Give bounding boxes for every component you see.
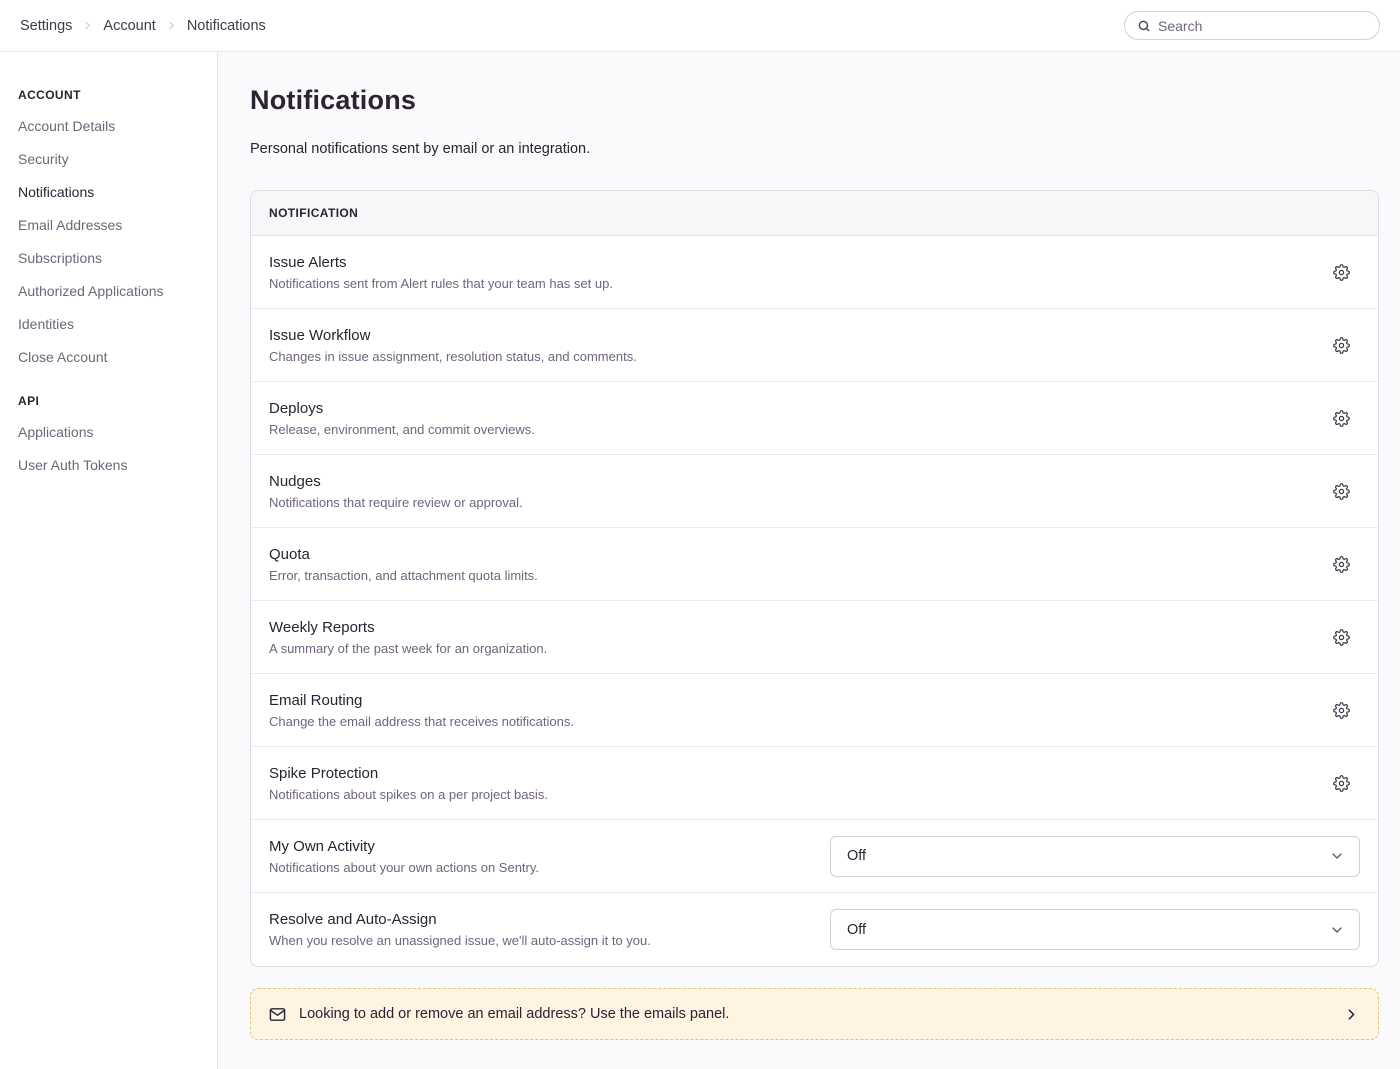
settings-page: Settings Account Notifications ACCOUNT A…: [0, 0, 1400, 1069]
sidebar-item[interactable]: Authorized Applications: [18, 283, 199, 299]
row-description: A summary of the past week for an organi…: [269, 641, 547, 656]
sidebar-item[interactable]: Account Details: [18, 118, 199, 134]
row-description: Release, environment, and commit overvie…: [269, 422, 535, 437]
row-description: Notifications about spikes on a per proj…: [269, 787, 548, 802]
row-description: When you resolve an unassigned issue, we…: [269, 933, 651, 948]
row-text: Deploys Release, environment, and commit…: [269, 400, 535, 437]
notification-row: Nudges Notifications that require review…: [251, 455, 1378, 528]
chevron-right-icon: [1343, 1006, 1360, 1023]
breadcrumb-settings[interactable]: Settings: [20, 18, 72, 34]
row-text: Nudges Notifications that require review…: [269, 473, 523, 510]
settings-gear-button[interactable]: [1329, 260, 1354, 285]
mail-icon: [269, 1006, 286, 1023]
row-title: Email Routing: [269, 692, 574, 709]
settings-sidebar: ACCOUNT Account Details Security Notific…: [0, 52, 218, 1069]
row-text: My Own Activity Notifications about your…: [269, 838, 539, 875]
notification-row: My Own Activity Notifications about your…: [251, 820, 1378, 893]
row-description: Notifications about your own actions on …: [269, 860, 539, 875]
settings-gear-button[interactable]: [1329, 406, 1354, 431]
row-description: Change the email address that receives n…: [269, 714, 574, 729]
emails-panel-banner[interactable]: Looking to add or remove an email addres…: [250, 988, 1379, 1040]
sidebar-section-title: ACCOUNT: [18, 88, 199, 102]
notification-row: Issue Workflow Changes in issue assignme…: [251, 309, 1378, 382]
settings-gear-button[interactable]: [1329, 771, 1354, 796]
row-text: Email Routing Change the email address t…: [269, 692, 574, 729]
sidebar-item[interactable]: Identities: [18, 316, 199, 332]
select-value: Off: [847, 922, 866, 938]
row-text: Resolve and Auto-Assign When you resolve…: [269, 911, 651, 948]
chevron-down-icon: [1329, 848, 1345, 864]
breadcrumb-account[interactable]: Account: [103, 18, 155, 34]
notification-row: Weekly Reports A summary of the past wee…: [251, 601, 1378, 674]
settings-gear-button[interactable]: [1329, 552, 1354, 577]
row-title: Nudges: [269, 473, 523, 490]
notification-row: Email Routing Change the email address t…: [251, 674, 1378, 747]
row-description: Error, transaction, and attachment quota…: [269, 568, 538, 583]
row-title: Quota: [269, 546, 538, 563]
notification-row: Deploys Release, environment, and commit…: [251, 382, 1378, 455]
sidebar-item[interactable]: Email Addresses: [18, 217, 199, 233]
sidebar-section-title: API: [18, 394, 199, 408]
sidebar-item[interactable]: Close Account: [18, 349, 199, 365]
row-title: Weekly Reports: [269, 619, 547, 636]
sidebar-item[interactable]: Applications: [18, 424, 199, 440]
breadcrumb: Settings Account Notifications: [20, 18, 266, 34]
row-description: Changes in issue assignment, resolution …: [269, 349, 637, 364]
settings-gear-button[interactable]: [1329, 333, 1354, 358]
notification-select[interactable]: Off: [830, 836, 1360, 877]
search-icon: [1137, 19, 1151, 33]
settings-gear-button[interactable]: [1329, 479, 1354, 504]
row-title: Spike Protection: [269, 765, 548, 782]
row-text: Weekly Reports A summary of the past wee…: [269, 619, 547, 656]
row-title: Deploys: [269, 400, 535, 417]
sidebar-item[interactable]: Security: [18, 151, 199, 167]
sidebar-section-account: ACCOUNT Account Details Security Notific…: [18, 88, 199, 365]
page-title: Notifications: [250, 85, 1379, 116]
page-description: Personal notifications sent by email or …: [250, 141, 1379, 157]
settings-gear-button[interactable]: [1329, 625, 1354, 650]
row-title: My Own Activity: [269, 838, 539, 855]
search-box[interactable]: [1124, 11, 1380, 40]
sidebar-section-api: API Applications User Auth Tokens: [18, 394, 199, 473]
row-title: Resolve and Auto-Assign: [269, 911, 651, 928]
notifications-panel: NOTIFICATION Issue Alerts Notifications …: [250, 190, 1379, 967]
chevron-right-icon: [165, 19, 178, 32]
row-text: Issue Workflow Changes in issue assignme…: [269, 327, 637, 364]
row-text: Spike Protection Notifications about spi…: [269, 765, 548, 802]
row-text: Quota Error, transaction, and attachment…: [269, 546, 538, 583]
settings-gear-button[interactable]: [1329, 698, 1354, 723]
panel-header: NOTIFICATION: [251, 191, 1378, 236]
row-text: Issue Alerts Notifications sent from Ale…: [269, 254, 613, 291]
sidebar-item[interactable]: Subscriptions: [18, 250, 199, 266]
row-description: Notifications that require review or app…: [269, 495, 523, 510]
row-title: Issue Alerts: [269, 254, 613, 271]
breadcrumb-notifications[interactable]: Notifications: [187, 18, 266, 34]
sidebar-item[interactable]: User Auth Tokens: [18, 457, 199, 473]
sidebar-item[interactable]: Notifications: [18, 184, 199, 200]
banner-text: Looking to add or remove an email addres…: [299, 1006, 729, 1022]
notification-select[interactable]: Off: [830, 909, 1360, 950]
row-description: Notifications sent from Alert rules that…: [269, 276, 613, 291]
notification-row: Issue Alerts Notifications sent from Ale…: [251, 236, 1378, 309]
chevron-down-icon: [1329, 922, 1345, 938]
notification-row: Resolve and Auto-Assign When you resolve…: [251, 893, 1378, 966]
search-input[interactable]: [1158, 18, 1367, 34]
chevron-right-icon: [81, 19, 94, 32]
main-content: Notifications Personal notifications sen…: [218, 52, 1400, 1069]
row-title: Issue Workflow: [269, 327, 637, 344]
notification-row: Spike Protection Notifications about spi…: [251, 747, 1378, 820]
notification-row: Quota Error, transaction, and attachment…: [251, 528, 1378, 601]
select-value: Off: [847, 848, 866, 864]
top-bar: Settings Account Notifications: [0, 0, 1400, 52]
